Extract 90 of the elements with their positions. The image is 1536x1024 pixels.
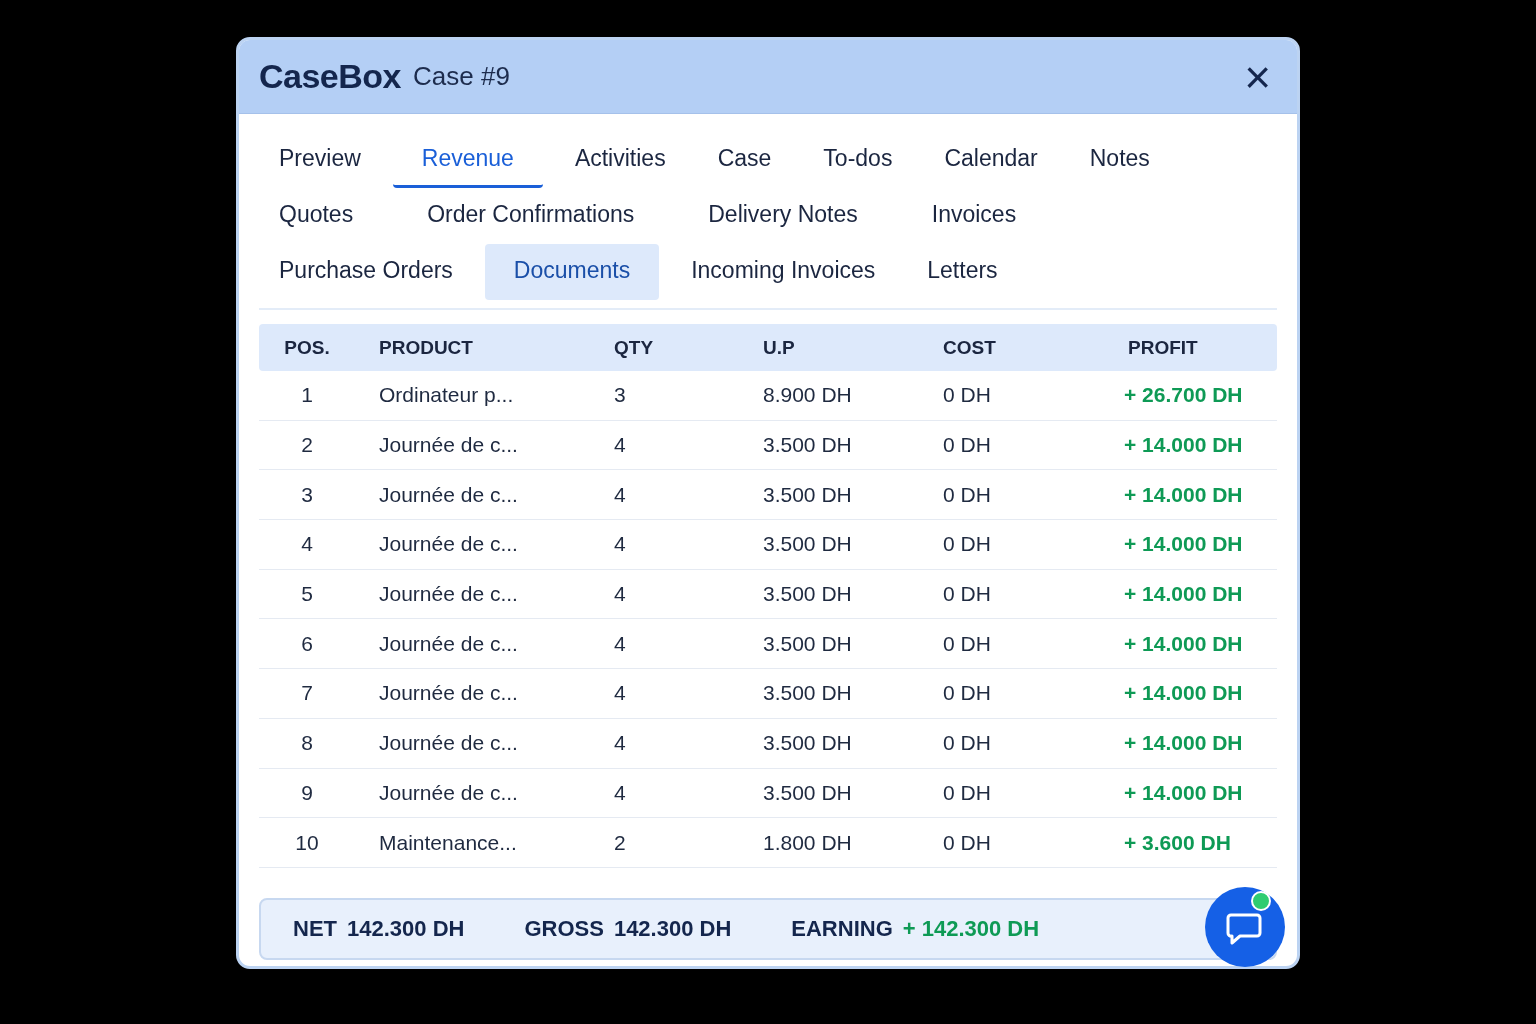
table-cell-text: Journée de c... [378,731,519,756]
table-cell-text: Journée de c... [378,532,519,557]
table-cell-text: 3.500 DH [762,731,853,756]
table-cell-text: Journée de c... [378,681,519,706]
table-cell-text: 0 DH [942,532,992,557]
table-cell-text: + 14.000 DH [1123,433,1244,458]
table-cell-text: + 26.700 DH [1123,383,1244,408]
table-cell-text: 4 [613,532,627,557]
column-header: PROFIT [1127,336,1199,359]
tab[interactable]: Revenue [392,132,543,188]
table-cell-text: 4 [613,731,627,756]
tab[interactable]: Quotes [259,188,374,244]
column-header: COST [942,336,997,359]
table-cell-text: 4 [613,582,627,607]
total-label: GROSS [524,915,604,942]
table-cell-text: 3.500 DH [762,532,853,557]
tab[interactable]: Case [697,132,792,188]
table-cell-text: Ordinateur p... [378,383,515,408]
tab[interactable]: Invoices [911,188,1037,244]
tab[interactable]: To-dos [803,132,913,188]
tab[interactable]: Documents [484,244,660,300]
tab[interactable]: Activities [554,132,686,188]
table-cell-text: + 3.600 DH [1123,830,1232,855]
table-cell-text: 3.500 DH [762,582,853,607]
table-cell-text: + 14.000 DH [1123,631,1244,656]
table-cell-text: 10 [294,830,320,855]
total-value: 142.300 DH [347,915,465,942]
table-cell-text: 1.800 DH [762,830,853,855]
table-cell-text: 2 [613,830,627,855]
table-cell-text: 0 DH [942,731,992,756]
table-cell-text: + 14.000 DH [1123,482,1244,507]
table-cell-text: 0 DH [942,582,992,607]
table-cell-text: 4 [613,681,627,706]
tab[interactable]: Order Confirmations [407,188,655,244]
table-cell-text: 3 [613,383,627,408]
tab[interactable]: Delivery Notes [688,188,878,244]
table-cell-text: 6 [300,631,314,656]
table-cell-text: 0 DH [942,482,992,507]
table-cell-text: 4 [613,433,627,458]
table-cell-text: 0 DH [942,383,992,408]
table-cell-text: 5 [300,582,314,607]
table-cell-text: 4 [300,532,314,557]
total-value: 142.300 DH [613,915,732,942]
table-cell-text: 4 [613,780,627,805]
table-cell-text: 8.900 DH [762,383,853,408]
table-cell-text: Journée de c... [378,433,519,458]
close-button[interactable]: × [1238,53,1277,100]
column-header: U.P [762,336,796,359]
table-cell-text: 4 [613,631,627,656]
table-cell-text: 0 DH [942,780,992,805]
table-cell-text: 3 [300,482,314,507]
table-cell-text: Journée de c... [378,482,519,507]
tab[interactable]: Letters [907,244,1018,300]
table-cell-text: 0 DH [942,830,992,855]
table-cell-text: 0 DH [942,681,992,706]
tab[interactable]: Preview [259,132,381,188]
total-label: EARNING [791,915,893,942]
table-cell-text: + 14.000 DH [1123,532,1244,557]
tab[interactable]: Incoming Invoices [671,244,896,300]
table-cell-text: 1 [300,383,314,408]
table-cell-text: 9 [300,780,314,805]
table-cell-text: 3.500 DH [762,631,853,656]
total-label: NET [293,915,337,942]
table-cell-text: + 14.000 DH [1123,731,1244,756]
table-cell-text: Journée de c... [378,582,519,607]
table-cell-text: 0 DH [942,631,992,656]
table-cell-text: 0 DH [942,433,992,458]
column-header: POS. [283,336,331,359]
column-header: QTY [613,336,655,359]
tab[interactable]: Calendar [924,132,1058,188]
app-logo-text: CaseBox [259,57,401,96]
table-cell-text: 4 [613,482,627,507]
table-cell-text: + 14.000 DH [1123,780,1244,805]
table-cell-text: Journée de c... [378,631,519,656]
table-cell-text: 3.500 DH [762,482,853,507]
tab[interactable]: Purchase Orders [259,244,473,300]
tab[interactable]: Notes [1069,132,1170,188]
table-cell-text: 3.500 DH [762,681,853,706]
column-header: PRODUCT [378,336,474,359]
table-cell-text: Maintenance... [378,830,518,855]
total-value: + 142.300 DH [902,915,1040,942]
table-cell-text: 2 [300,433,314,458]
table-cell-text: + 14.000 DH [1123,582,1244,607]
table-cell-text: 7 [300,681,314,706]
table-cell-text: + 14.000 DH [1123,681,1244,706]
window-title: Case #9 [413,61,510,92]
table-cell-text: 3.500 DH [762,433,853,458]
table-cell-text: Journée de c... [378,780,519,805]
table-cell-text: 8 [300,731,314,756]
table-cell-text: 3.500 DH [762,780,853,805]
